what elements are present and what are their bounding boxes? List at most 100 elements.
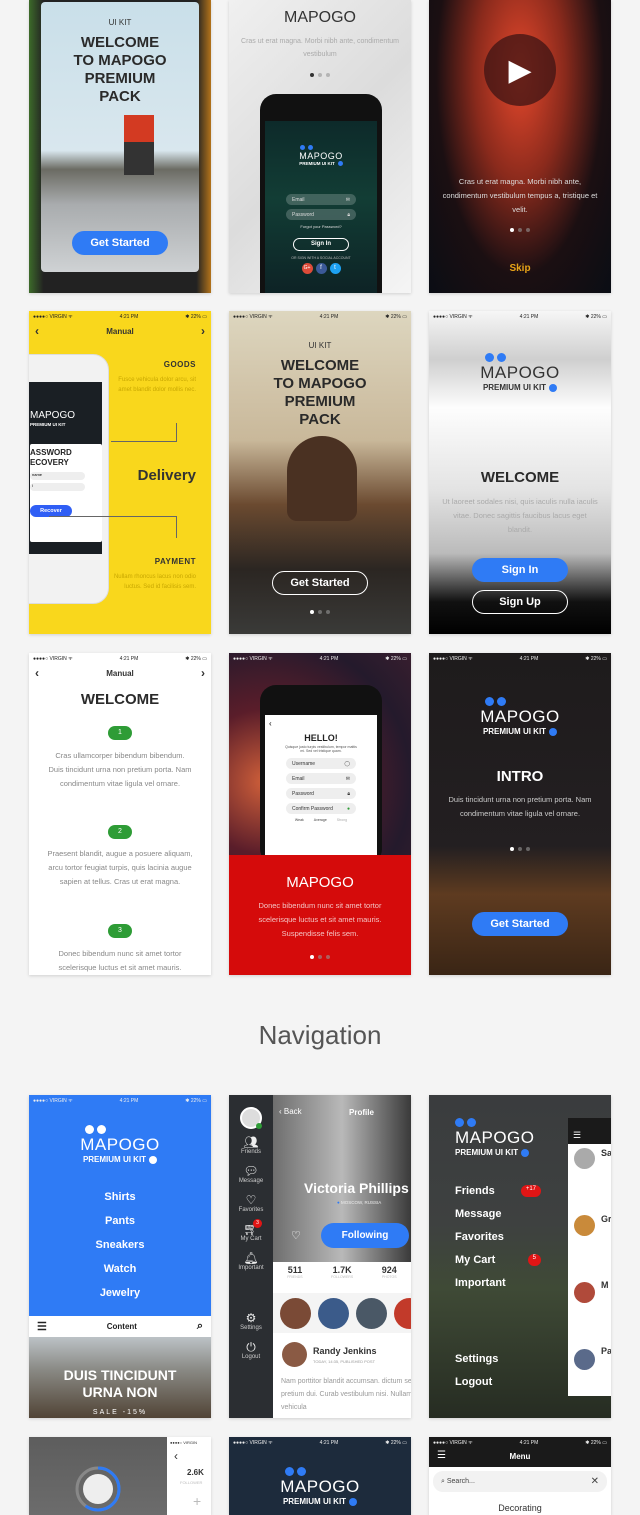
- sign-in-button[interactable]: Sign In: [293, 238, 349, 251]
- post-author-avatar[interactable]: [282, 1342, 307, 1367]
- play-icon[interactable]: ▶: [484, 34, 556, 106]
- blue-menu-card: ●●●●○ VIRGIN ᯤ 4:21 PM ✱ 22% ▭ MAPOGO PREMI…: [29, 1095, 211, 1418]
- post-author: Randy Jenkins: [313, 1346, 377, 1356]
- hero-title: DUIS TINCIDUNT URNA NON: [63, 1367, 177, 1400]
- chevron-left-icon[interactable]: ‹: [174, 1449, 178, 1463]
- menu-item-watch[interactable]: Watch: [29, 1257, 211, 1281]
- status-bar: ●●●●○ VIRGIN ᯤ 4:21 PM ✱ 22% ▭: [433, 1440, 607, 1446]
- get-started-button[interactable]: Get Started: [72, 231, 168, 255]
- sidebar-item-logout[interactable]: ⏻ Logout: [229, 1340, 273, 1360]
- search-input[interactable]: ⌕ Search... ✕: [433, 1471, 607, 1492]
- menu-item-important[interactable]: Important: [455, 1277, 541, 1289]
- sidebar-item-my-cart[interactable]: 🛒︎ My Cart 3: [229, 1219, 273, 1242]
- content-bar: ☰ Content ⌕: [29, 1316, 211, 1337]
- twitter-icon[interactable]: t: [329, 263, 341, 274]
- avatar[interactable]: [394, 1297, 411, 1329]
- menu-item-favorites[interactable]: Favorites: [455, 1231, 541, 1243]
- chevron-left-icon[interactable]: ‹: [35, 324, 39, 338]
- menu-title: Menu: [509, 1452, 531, 1461]
- menu-item-jewelry[interactable]: Jewelry: [29, 1281, 211, 1305]
- hero-subtitle: SALE -15%: [92, 1409, 148, 1416]
- facebook-icon[interactable]: f: [315, 263, 327, 274]
- step-text: Donec bibendum nunc sit amet tortor scel…: [58, 949, 182, 972]
- description: Cras ut erat magna. Morbi nibh ante, con…: [241, 38, 399, 58]
- menu-item-decorating[interactable]: Decorating: [429, 1503, 611, 1513]
- description: Cras ut erat magna. Morbi nibh ante, con…: [442, 177, 598, 214]
- skip-button[interactable]: Skip: [429, 263, 611, 274]
- sidebar-item-message[interactable]: 💬︎ Message: [229, 1164, 273, 1184]
- plus-icon[interactable]: +: [193, 1493, 201, 1509]
- search-icon[interactable]: ⌕: [197, 1320, 203, 1333]
- progress-panel: [29, 1437, 167, 1515]
- welcome-title: WELCOME: [80, 691, 160, 708]
- followers-count: 2.6K: [187, 1468, 204, 1477]
- close-icon[interactable]: ✕: [591, 1476, 599, 1487]
- avatar[interactable]: [318, 1297, 349, 1329]
- avatar[interactable]: [280, 1297, 311, 1329]
- following-button[interactable]: Following: [321, 1223, 409, 1248]
- description: Duis tincidunt urna non pretium porta. N…: [448, 795, 592, 818]
- friends-badge: +17: [520, 1185, 541, 1197]
- mountain-hero: DUIS TINCIDUNT URNA NON SALE -15%: [29, 1337, 211, 1418]
- chevron-right-icon[interactable]: ›: [201, 324, 205, 338]
- hamburger-menu-icon: ☰: [568, 1118, 611, 1144]
- name-field[interactable]: name: [30, 472, 85, 480]
- avatar[interactable]: [356, 1297, 387, 1329]
- profile-sidebar-card: 👥︎ Friends 💬︎ Message ♡ Favorites 🛒︎ My Cart…: [229, 1095, 411, 1418]
- menu-item-pants[interactable]: Pants: [29, 1209, 211, 1233]
- mapogo-logo: MAPOGO PREMIUM UI KIT: [229, 1467, 411, 1506]
- mapogo-logo: MAPOGO PREMIUM UI KIT: [429, 353, 611, 392]
- description: Donec bibendum nunc sit amet tortor scel…: [258, 901, 382, 938]
- hello-text: Quisque justo turpis vestibulum, tempor …: [285, 745, 357, 753]
- sidebar-item-important[interactable]: 🔔︎ Important: [229, 1251, 273, 1271]
- email-field[interactable]: l: [30, 483, 85, 491]
- nav-title: Profile: [349, 1108, 374, 1117]
- menu-item-settings[interactable]: Settings: [455, 1353, 541, 1365]
- menu-item-message[interactable]: Message: [455, 1208, 541, 1220]
- confirm-password-field[interactable]: Confirm Password ●: [286, 803, 356, 814]
- status-bar: ●●●●○ VIRGIN ᯤ 4:21 PM ✱ 22% ▭: [33, 656, 207, 662]
- sidebar-item-favorites[interactable]: ♡ Favorites: [229, 1193, 273, 1213]
- hamburger-menu-icon[interactable]: ☰: [37, 1320, 47, 1333]
- logo-subtitle: PREMIUM UI KIT: [30, 422, 66, 427]
- chevron-left-icon[interactable]: ‹: [35, 666, 39, 680]
- friend-avatars: [273, 1293, 411, 1333]
- password-field[interactable]: Password 🔒︎: [286, 209, 356, 220]
- get-started-button[interactable]: Get Started: [472, 912, 568, 936]
- back-button[interactable]: ‹ Back: [279, 1107, 302, 1116]
- menu-item-sneakers[interactable]: Sneakers: [29, 1233, 211, 1257]
- google-plus-icon[interactable]: G+: [301, 263, 313, 274]
- profile-stats: 511 FRIENDS 1.7K FOLLOWERS 924 PHOTOS: [273, 1265, 411, 1291]
- username-field[interactable]: Username ◯: [286, 758, 356, 769]
- email-field[interactable]: Email ✉: [286, 194, 356, 205]
- page-dots: [429, 228, 611, 232]
- climber-figure: [124, 115, 154, 175]
- sign-in-button[interactable]: Sign In: [472, 558, 568, 582]
- heart-icon[interactable]: ♡: [291, 1229, 301, 1242]
- sign-up-button[interactable]: Sign Up: [472, 590, 568, 614]
- sidebar-item-settings[interactable]: ⚙ Settings: [229, 1311, 273, 1331]
- forgot-password-link[interactable]: Forgot your Password?: [265, 224, 377, 229]
- hello-title: HELLO!: [304, 733, 338, 743]
- menu-item-my-cart[interactable]: My Cart 5: [455, 1254, 541, 1266]
- message-icon: 💬︎: [243, 1164, 259, 1178]
- sidebar-item-friends[interactable]: 👥︎ Friends: [229, 1135, 273, 1155]
- gear-icon: ⚙: [245, 1311, 257, 1325]
- category-menu: Shirts Pants Sneakers Watch Jewelry: [29, 1185, 211, 1305]
- avatar[interactable]: [240, 1107, 262, 1129]
- page-dots: [229, 73, 411, 77]
- mapogo-logo: MAPOGO PREMIUM UI KIT: [429, 697, 611, 736]
- mapogo-logo: MAPOGO PREMIUM UI KIT: [29, 1125, 211, 1164]
- password-field[interactable]: Password 🔒︎: [286, 788, 356, 799]
- sidebar: 👥︎ Friends 💬︎ Message ♡ Favorites 🛒︎ My Cart…: [229, 1095, 273, 1418]
- phone-mockup: ‹ HELLO! Quisque justo turpis vestibulum…: [260, 685, 382, 865]
- menu-item-logout[interactable]: Logout: [455, 1376, 541, 1388]
- profile-header: ‹ Back Profile Victoria Phillips ● MOSCO…: [273, 1095, 411, 1262]
- peek-screen[interactable]: ☰ Sa Gr M Pa: [568, 1118, 611, 1396]
- section-title: Navigation: [258, 1020, 382, 1050]
- chevron-right-icon[interactable]: ›: [201, 666, 205, 680]
- email-field[interactable]: Email ✉: [286, 773, 356, 784]
- menu-item-shirts[interactable]: Shirts: [29, 1185, 211, 1209]
- menu-item-friends[interactable]: Friends +17: [455, 1185, 541, 1197]
- get-started-button[interactable]: Get Started: [272, 571, 368, 595]
